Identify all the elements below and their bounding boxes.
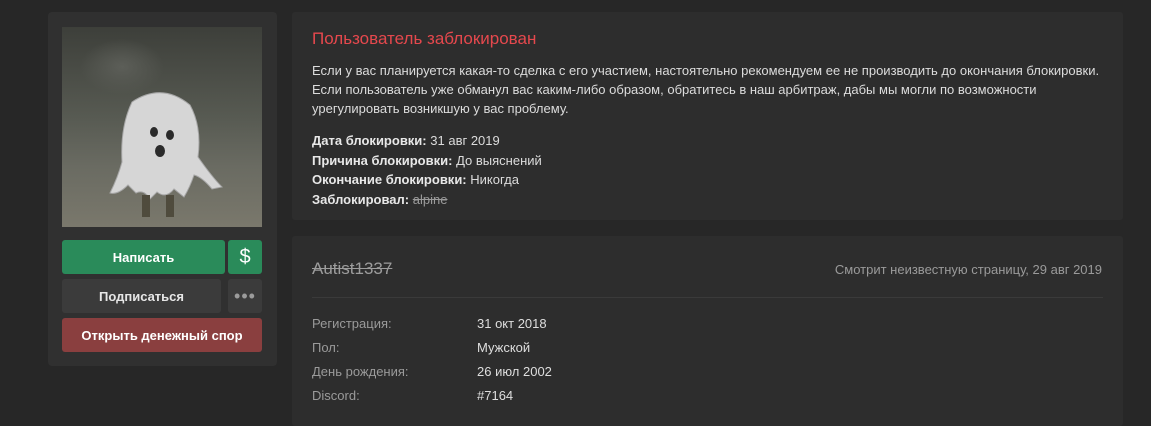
ban-details: Дата блокировки: 31 авг 2019 Причина бло… <box>312 131 542 209</box>
divider <box>312 297 1103 298</box>
ban-date-value: 31 авг 2019 <box>430 133 500 148</box>
username[interactable]: Autist1337 <box>312 259 392 279</box>
avatar[interactable] <box>62 27 262 227</box>
ban-by-row: Заблокировал: alpine <box>312 190 542 210</box>
field-label: Пол: <box>312 340 340 355</box>
field-value: #7164 <box>477 388 514 403</box>
ban-reason-row: Причина блокировки: До выяснений <box>312 151 542 171</box>
profile-fields: Регистрация: 31 окт 2018 Пол: Мужской Де… <box>312 314 552 410</box>
field-label: День рождения: <box>312 364 409 379</box>
field-label: Регистрация: <box>312 316 392 331</box>
ban-by-label: Заблокировал: <box>312 191 410 207</box>
field-discord: Discord: #7164 <box>312 386 552 410</box>
ban-reason-label: Причина блокировки: <box>312 152 453 168</box>
ban-end-label: Окончание блокировки: <box>312 172 467 187</box>
subscribe-button[interactable]: Подписаться <box>62 279 221 313</box>
open-money-dispute-button[interactable]: Открыть денежный спор <box>62 318 262 352</box>
field-value: Мужской <box>477 340 531 355</box>
ban-date-row: Дата блокировки: 31 авг 2019 <box>312 131 542 151</box>
ban-description: Если у вас планируется какая-то сделка с… <box>312 63 1100 116</box>
ban-end-row: Окончание блокировки: Никогда <box>312 170 542 190</box>
more-options-button[interactable]: ••• <box>228 279 262 313</box>
ban-date-label: Дата блокировки: <box>312 133 427 148</box>
last-seen-status: Смотрит неизвестную страницу, 29 авг 201… <box>834 262 1102 277</box>
ban-title: Пользователь заблокирован <box>312 29 537 48</box>
money-transfer-button[interactable]: $ <box>228 240 262 274</box>
field-value: 31 окт 2018 <box>477 316 547 331</box>
field-registration: Регистрация: 31 окт 2018 <box>312 314 552 338</box>
field-birthday: День рождения: 26 июл 2002 <box>312 362 552 386</box>
field-gender: Пол: Мужской <box>312 338 552 362</box>
ghost-avatar-icon <box>109 92 224 217</box>
field-label: Discord: <box>312 388 360 403</box>
field-value: 26 июл 2002 <box>477 364 552 379</box>
profile-sidebar: Написать $ Подписаться ••• Открыть денеж… <box>48 12 277 366</box>
ban-end-value: Никогда <box>470 172 519 187</box>
write-button[interactable]: Написать <box>62 240 225 274</box>
ban-reason-value: До выяснений <box>456 152 542 168</box>
profile-info-panel: Autist1337 Смотрит неизвестную страницу,… <box>292 236 1123 426</box>
banned-by-username-link[interactable]: alpine <box>413 192 448 207</box>
ban-notice-panel: Пользователь заблокирован Если у вас пла… <box>292 12 1123 220</box>
